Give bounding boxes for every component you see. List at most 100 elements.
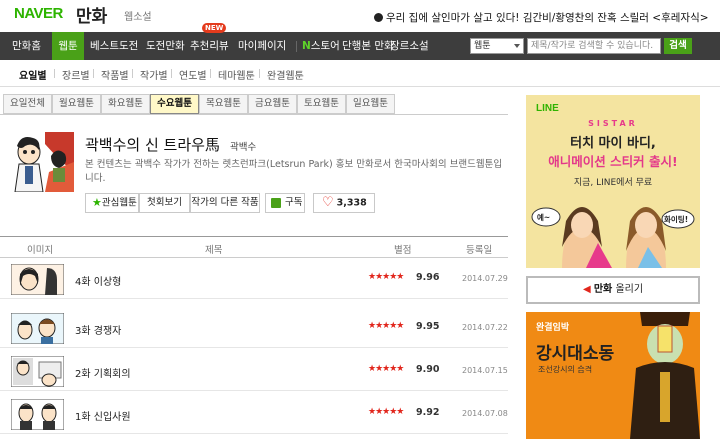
first-episode-button[interactable]: 첫회보기 [139, 193, 190, 213]
top-bar: NAVER 만화 웹소설 우리 집에 살인마가 살고 있다! 김간비/황영찬의 … [0, 0, 720, 32]
episode-score: 9.92 [416, 407, 440, 418]
nav-recommend-review-label: 추천리뷰 [190, 40, 229, 52]
header-rating: 별점 [394, 245, 412, 256]
line-sticker-ad[interactable]: LINE SISTAR 터치 마이 바디, 애니메이션 스티커 출시! 지금, … [526, 95, 700, 268]
comic-description: 본 컨텐츠는 곽백수 작가가 전하는 렛츠런파크(Letsrun Park) 홍… [85, 159, 503, 184]
episode-title[interactable]: 1화 신입사원 [75, 408, 131, 423]
tab-thu[interactable]: 목요웹툰 [199, 94, 248, 114]
nav-store-novels[interactable]: 장르소설 [390, 32, 429, 60]
manhwa-logo[interactable]: 만화 [76, 2, 107, 27]
header-date: 등록일 [466, 245, 493, 256]
nav-store[interactable]: N스토어 [302, 32, 340, 60]
lnb-divider [171, 69, 172, 78]
notice-text: 우리 집에 살인마가 살고 있다! 김간비/황영찬의 잔혹 스릴러 <후레자식> [386, 12, 709, 24]
nav-store-label: 스토어 [310, 40, 340, 52]
ad-bubble-1: 예~ [537, 213, 551, 222]
like-count: 3,338 [336, 197, 367, 209]
upload-comic-button[interactable]: ◀ 만화 올리기 [526, 276, 700, 304]
page: NAVER 만화 웹소설 우리 집에 살인마가 살고 있다! 김간비/황영찬의 … [0, 0, 720, 439]
episode-thumbnail[interactable] [10, 355, 65, 388]
episode-score: 9.96 [416, 272, 440, 283]
lnb-by-author[interactable]: 작가별 [140, 67, 168, 82]
star-rating-icon: ★★★★★ [368, 364, 404, 374]
search-category-value: 웹툰 [474, 41, 491, 51]
tab-tue[interactable]: 화요웹툰 [101, 94, 150, 114]
episode-score: 9.90 [416, 364, 440, 375]
sub-nav: 요일별 장르별 작품별 작가별 연도별 테마웹툰 완결웹툰 [0, 60, 720, 87]
episode-thumbnail[interactable] [10, 263, 65, 296]
episode-date: 2014.07.15 [462, 366, 508, 375]
lnb-by-genre[interactable]: 장르별 [62, 67, 90, 82]
rss-icon [271, 197, 281, 208]
episode-list-header: 이미지 제목 별점 등록일 [0, 236, 508, 258]
comic-author[interactable]: 곽백수 [230, 139, 256, 153]
tab-wed[interactable]: 수요웹툰 [150, 94, 199, 114]
comic-thumbnail[interactable] [5, 132, 74, 193]
search-input[interactable]: 제목/작가로 검색할 수 있습니다. [527, 38, 661, 54]
favorite-button[interactable]: ★관심웹툰 [85, 193, 139, 213]
lnb-divider [210, 69, 211, 78]
episode-row[interactable]: 2화 기획회의 ★★★★★ 9.90 2014.07.15 [0, 353, 508, 391]
top-notice-link[interactable]: 우리 집에 살인마가 살고 있다! 김간비/황영찬의 잔혹 스릴러 <후레자식> [374, 10, 709, 25]
plus-star-icon: ★ [92, 196, 102, 209]
ad-headline-1: 터치 마이 바디, [570, 136, 656, 151]
episode-title[interactable]: 3화 경쟁자 [75, 322, 121, 337]
episode-row[interactable]: 3화 경쟁자 ★★★★★ 9.95 2014.07.22 [0, 310, 508, 348]
tab-sun[interactable]: 일요웹툰 [346, 94, 395, 114]
main-nav: 만화홈 웹툰 베스트도전 도전만화 NEW 추천리뷰 마이페이지 N스토어 단행… [0, 23, 720, 60]
ad-subtitle: 조선강시의 습격 [538, 365, 593, 374]
ad-jiangshi-illustration [630, 312, 700, 439]
star-rating-icon: ★★★★★ [368, 407, 404, 417]
n-store-icon: N [302, 40, 311, 52]
episode-thumbnail[interactable] [10, 312, 65, 345]
notice-bullet-icon [374, 13, 383, 22]
upload-label: 올리기 [615, 284, 644, 295]
rss-label: 구독 [285, 197, 303, 208]
tab-divider [0, 114, 508, 115]
ad-sistar-label: SISTAR [588, 119, 638, 128]
tab-mon[interactable]: 월요웹툰 [52, 94, 101, 114]
completion-ad[interactable]: 완결임박 강시대소동 조선강시의 습격 [526, 312, 700, 439]
search-button[interactable]: 검색 [664, 38, 692, 54]
other-works-button[interactable]: 작가의 다른 작품 [190, 193, 260, 213]
nav-store-comics[interactable]: 단행본 만화 [342, 32, 394, 60]
search-category-select[interactable]: 웹툰 [470, 38, 524, 54]
heart-icon: ♡ [322, 195, 334, 210]
lnb-theme[interactable]: 테마웹툰 [218, 67, 255, 82]
new-badge: NEW [202, 23, 227, 33]
lnb-by-title[interactable]: 작품별 [101, 67, 129, 82]
rss-button[interactable]: 구독 [265, 193, 305, 213]
episode-score: 9.95 [416, 321, 440, 332]
episode-date: 2014.07.29 [462, 274, 508, 283]
episode-row[interactable]: 4화 이상형 ★★★★★ 9.96 2014.07.29 [0, 261, 508, 299]
naver-logo[interactable]: NAVER [14, 5, 63, 22]
header-image: 이미지 [27, 245, 54, 256]
megaphone-icon: ◀ [582, 284, 591, 295]
ad-headline-2: 애니메이션 스티커 출시! [548, 154, 678, 169]
nav-divider [296, 41, 297, 52]
lnb-completed[interactable]: 완결웹툰 [267, 67, 304, 82]
nav-best-challenge[interactable]: 베스트도전 [90, 32, 138, 60]
lnb-by-year[interactable]: 연도별 [179, 67, 207, 82]
lnb-divider [259, 69, 260, 78]
lnb-divider [93, 69, 94, 78]
episode-thumbnail[interactable] [10, 398, 65, 431]
lnb-by-day[interactable]: 요일별 [19, 67, 47, 82]
tab-all[interactable]: 요일전체 [3, 94, 52, 114]
nav-webtoon[interactable]: 웹툰 [52, 32, 84, 60]
tab-fri[interactable]: 금요웹툰 [248, 94, 297, 114]
tab-sat[interactable]: 토요웹툰 [297, 94, 346, 114]
websoseol-link[interactable]: 웹소설 [124, 8, 152, 23]
like-button[interactable]: ♡ 3,338 [313, 193, 375, 213]
nav-mypage[interactable]: 마이페이지 [238, 32, 286, 60]
episode-row[interactable]: 1화 신입사원 ★★★★★ 9.92 2014.07.08 [0, 396, 508, 434]
ad-tag: 완결임박 [536, 323, 570, 333]
comic-title: 곽백수의 신 트라우馬 [85, 136, 220, 154]
episode-title[interactable]: 4화 이상형 [75, 273, 121, 288]
episode-title[interactable]: 2화 기획회의 [75, 365, 131, 380]
nav-recommend-review[interactable]: NEW 추천리뷰 [190, 23, 229, 60]
chevron-down-icon [514, 44, 520, 48]
nav-home[interactable]: 만화홈 [12, 32, 52, 60]
ad-title: 강시대소동 [536, 344, 615, 364]
nav-challenge[interactable]: 도전만화 [146, 32, 185, 60]
